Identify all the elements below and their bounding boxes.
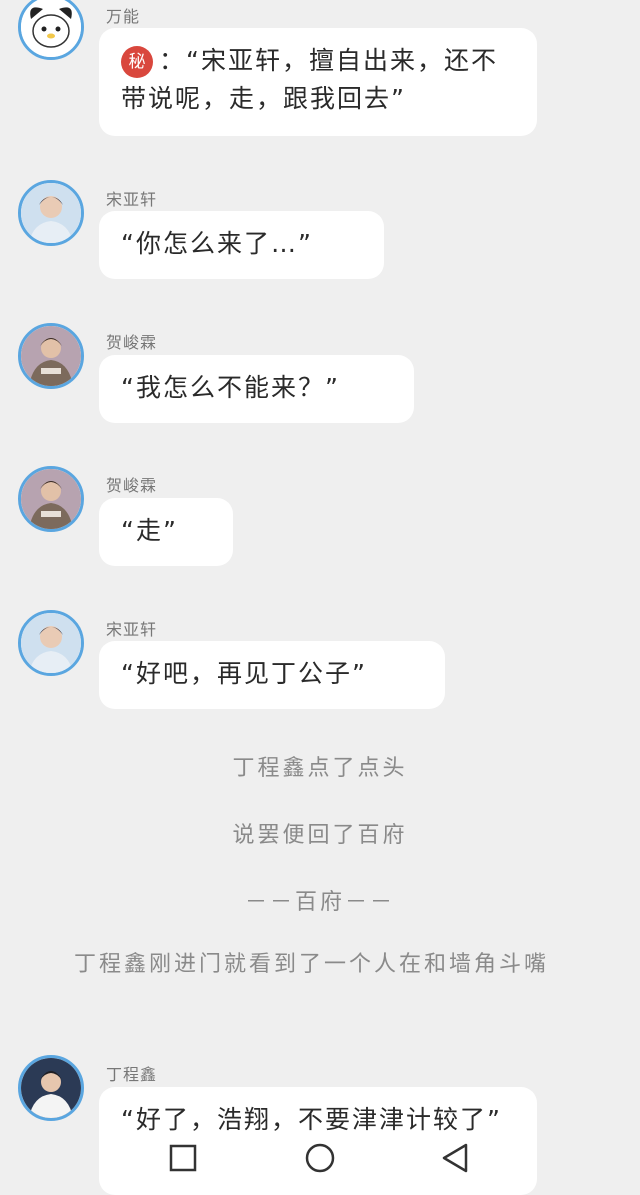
square-icon bbox=[169, 1144, 197, 1172]
message-text: “我怎么不能来？” bbox=[121, 373, 340, 402]
triangle-back-icon bbox=[442, 1143, 468, 1173]
narration-paragraph: 丁程鑫刚进门就看到了一个人在和墙角斗嘴 bbox=[74, 952, 550, 977]
sender-name: 贺峻霖 bbox=[106, 476, 158, 495]
avatar[interactable] bbox=[18, 180, 84, 246]
sender-name: 贺峻霖 bbox=[106, 333, 158, 352]
boy-photo-avatar-icon bbox=[21, 183, 81, 243]
boy-photo-avatar-icon bbox=[21, 613, 81, 673]
avatar[interactable] bbox=[18, 1055, 84, 1121]
message-bubble[interactable]: “走” bbox=[99, 498, 233, 566]
sender-name: 万能 bbox=[106, 7, 141, 26]
message-bubble[interactable]: “我怎么不能来？” bbox=[99, 355, 414, 423]
sender-name: 宋亚轩 bbox=[106, 620, 158, 639]
navigation-bar bbox=[0, 1130, 640, 1183]
narration-line: 丁程鑫点了点头 bbox=[232, 756, 408, 781]
avatar[interactable] bbox=[18, 610, 84, 676]
boy-photo-avatar-icon bbox=[21, 469, 81, 529]
narration-line: 说罢便回了百府 bbox=[232, 823, 408, 848]
message-bubble[interactable]: “你怎么来了…” bbox=[99, 211, 384, 279]
message-text: “好吧，再见丁公子” bbox=[121, 659, 367, 688]
avatar[interactable] bbox=[18, 0, 84, 60]
message-text: “你怎么来了…” bbox=[121, 229, 313, 258]
back-button[interactable] bbox=[438, 1140, 474, 1176]
boy-photo-avatar-icon bbox=[21, 1058, 81, 1118]
message-bubble[interactable]: 秘：“宋亚轩，擅自出来，还不带说呢，走，跟我回去” bbox=[99, 28, 537, 136]
sender-name: 丁程鑫 bbox=[106, 1065, 158, 1084]
message-bubble[interactable]: “好吧，再见丁公子” bbox=[99, 641, 445, 709]
avatar[interactable] bbox=[18, 466, 84, 532]
circle-icon bbox=[305, 1143, 335, 1173]
seal-badge: 秘 bbox=[121, 46, 153, 78]
message-text: “走” bbox=[121, 516, 178, 545]
boy-photo-avatar-icon bbox=[21, 326, 81, 386]
home-button[interactable] bbox=[302, 1140, 338, 1176]
cartoon-dog-avatar-icon bbox=[21, 0, 81, 57]
avatar[interactable] bbox=[18, 323, 84, 389]
narration-line: －－百府－－ bbox=[244, 890, 395, 915]
recent-apps-button[interactable] bbox=[165, 1140, 201, 1176]
sender-name: 宋亚轩 bbox=[106, 190, 158, 209]
message-text: ：“宋亚轩，擅自出来，还不带说呢，走，跟我回去” bbox=[121, 46, 498, 113]
